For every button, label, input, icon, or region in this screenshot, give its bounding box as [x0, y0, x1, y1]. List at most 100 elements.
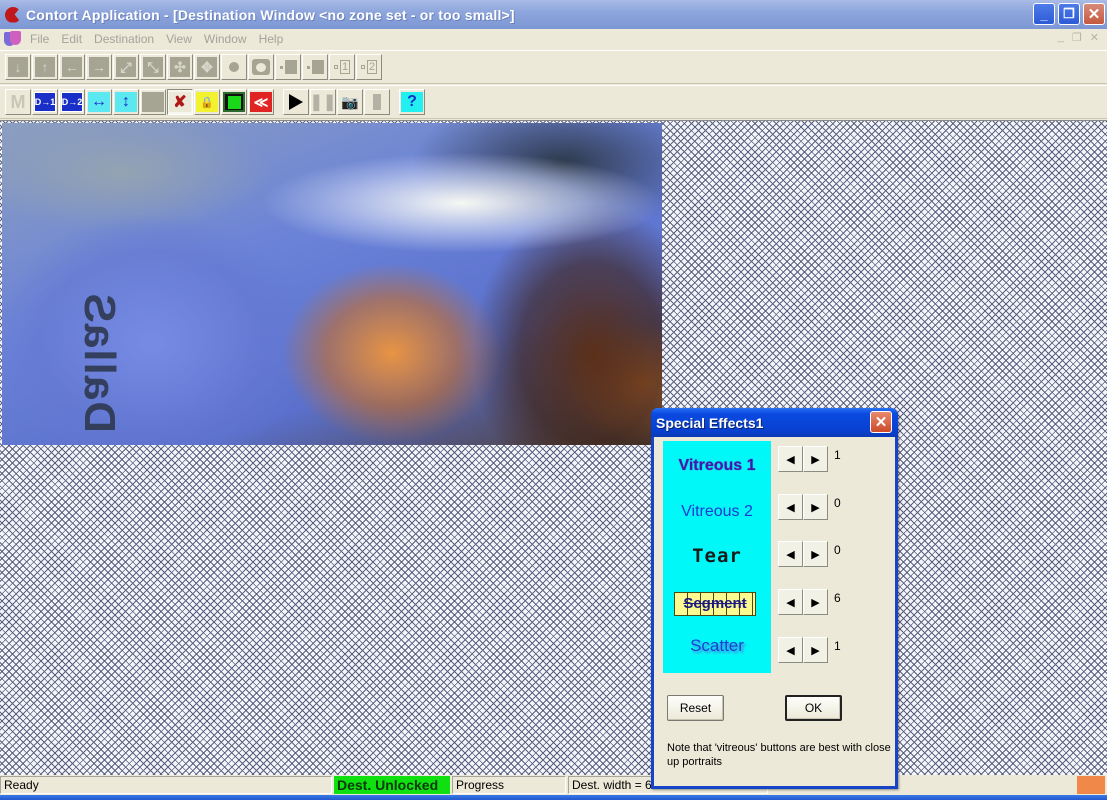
distorted-photo[interactable]: DallaS — [2, 123, 662, 445]
contract-icon: ⤡ — [143, 57, 163, 77]
contort-application: Contort Application - [Destination Windo… — [0, 0, 1107, 800]
shrink-icon: ✣ — [170, 57, 190, 77]
effect-vitreous-2-label[interactable]: Vitreous 2 — [663, 503, 771, 521]
destination-window[interactable]: DallaS — [0, 120, 1107, 775]
vitreous-2-spinner: ◀ ▶ — [778, 494, 828, 520]
increase-button[interactable]: ▶ — [803, 541, 828, 567]
contract-button[interactable]: ⤡ — [140, 54, 166, 80]
vitreous-2-value: 0 — [834, 496, 841, 510]
theater-masks-icon[interactable] — [4, 30, 22, 48]
segment-value: 6 — [834, 591, 841, 605]
action-toolbar: M D→1 D→2 ↔ ↕ ✘ 🔒 ≪ ❚❚ 📷 ? — [0, 85, 1107, 119]
progress-pane: Progress — [452, 776, 566, 794]
move-left-button[interactable]: ← — [59, 54, 85, 80]
dest-to-2-icon: D→2 — [61, 92, 83, 112]
close-button[interactable]: ✕ — [1083, 3, 1105, 25]
red-arrows-icon: ≪ — [250, 92, 272, 112]
effect-segment-label[interactable]: Segment — [674, 592, 756, 616]
snapshot-button[interactable]: 📷 — [337, 89, 363, 115]
grow-icon: ✥ — [197, 57, 217, 77]
dest-to-2-button[interactable]: D→2 — [59, 89, 85, 115]
increase-button[interactable]: ▶ — [803, 446, 828, 472]
reset-button[interactable]: Reset — [667, 695, 724, 721]
scatter-value: 1 — [834, 639, 841, 653]
point-square-icon — [306, 60, 324, 74]
stretch-horizontal-button[interactable]: ↔ — [86, 89, 112, 115]
decrease-button[interactable]: ◀ — [778, 541, 803, 567]
dialog-note: Note that 'vitreous' buttons are best wi… — [667, 742, 891, 768]
app-logo-icon — [4, 6, 22, 24]
oval-button[interactable] — [248, 54, 274, 80]
menu-window[interactable]: Window — [200, 32, 255, 46]
increase-button[interactable]: ▶ — [803, 589, 828, 615]
menu-help[interactable]: Help — [255, 32, 292, 46]
taskbar — [0, 795, 1107, 800]
special-effects-dialog: Special Effects1 ✕ Vitreous 1 Vitreous 2… — [651, 408, 898, 789]
green-frame-button[interactable] — [221, 89, 247, 115]
zone-1-icon: 1 — [333, 60, 351, 74]
shrink-button[interactable]: ✣ — [167, 54, 193, 80]
decrease-button[interactable]: ◀ — [778, 589, 803, 615]
move-right-button[interactable]: → — [86, 54, 112, 80]
decrease-button[interactable]: ◀ — [778, 637, 803, 663]
crossed-out-icon: ✘ — [169, 92, 191, 112]
arrow-left-icon: ← — [62, 57, 82, 77]
expand-button[interactable]: ⤢ — [113, 54, 139, 80]
increase-button[interactable]: ▶ — [803, 494, 828, 520]
menu-destination[interactable]: Destination — [90, 32, 162, 46]
grow-button[interactable]: ✥ — [194, 54, 220, 80]
envelope-button[interactable]: M — [5, 89, 31, 115]
stop-icon — [373, 94, 381, 110]
dialog-title-bar[interactable]: Special Effects1 ✕ — [651, 408, 898, 437]
oval-icon — [252, 59, 270, 75]
stop-button[interactable] — [364, 89, 390, 115]
envelope-icon: M — [10, 91, 26, 112]
lock-button[interactable]: 🔒 — [194, 89, 220, 115]
effect-scatter-label[interactable]: Scatter — [663, 636, 771, 656]
effects-panel: Vitreous 1 Vitreous 2 Tear Segment Scatt… — [663, 441, 771, 673]
small-circle-button[interactable] — [221, 54, 247, 80]
arrow-down-icon: ↓ — [8, 57, 28, 77]
stretch-vertical-button[interactable]: ↕ — [113, 89, 139, 115]
shirt-text: DallaS — [75, 292, 124, 433]
dest-to-1-button[interactable]: D→1 — [32, 89, 58, 115]
increase-button[interactable]: ▶ — [803, 637, 828, 663]
title-bar: Contort Application - [Destination Windo… — [0, 0, 1107, 29]
scatter-spinner: ◀ ▶ — [778, 637, 828, 663]
dialog-close-button[interactable]: ✕ — [870, 411, 892, 433]
pause-icon: ❚❚ — [309, 94, 337, 111]
menu-file[interactable]: File — [26, 32, 57, 46]
no-drag-button[interactable]: ✘ — [167, 89, 193, 115]
menu-edit[interactable]: Edit — [57, 32, 90, 46]
effect-tear-label[interactable]: Tear — [663, 545, 771, 567]
pause-button[interactable]: ❚❚ — [310, 89, 336, 115]
red-arrows-button[interactable]: ≪ — [248, 89, 274, 115]
help-button[interactable]: ? — [399, 89, 425, 115]
arrow-up-icon: ↑ — [35, 57, 55, 77]
decrease-button[interactable]: ◀ — [778, 494, 803, 520]
menu-view[interactable]: View — [162, 32, 200, 46]
mdi-minimize-button[interactable]: _ — [1058, 31, 1064, 44]
green-square-icon — [223, 92, 245, 112]
move-down-button[interactable]: ↓ — [5, 54, 31, 80]
point-square-button-1[interactable] — [275, 54, 301, 80]
dot-icon — [229, 62, 239, 72]
play-button[interactable] — [283, 89, 309, 115]
mdi-restore-button[interactable]: ❐ — [1072, 31, 1082, 44]
camera-icon: 📷 — [341, 93, 359, 110]
segment-spinner: ◀ ▶ — [778, 589, 828, 615]
move-up-button[interactable]: ↑ — [32, 54, 58, 80]
effect-vitreous-1-label[interactable]: Vitreous 1 — [663, 457, 771, 475]
menu-bar: File Edit Destination View Window Help _… — [0, 29, 1107, 49]
mdi-close-button[interactable]: ✕ — [1090, 31, 1099, 44]
padlock-icon: 🔒 — [196, 92, 218, 112]
minimize-button[interactable]: _ — [1033, 3, 1055, 25]
ok-button[interactable]: OK — [785, 695, 842, 721]
point-square-button-2[interactable] — [302, 54, 328, 80]
zone-2-button[interactable]: 2 — [356, 54, 382, 80]
restore-button[interactable]: ❐ — [1058, 3, 1080, 25]
status-indicator — [1077, 776, 1105, 794]
zone-1-button[interactable]: 1 — [329, 54, 355, 80]
decrease-button[interactable]: ◀ — [778, 446, 803, 472]
blank-button[interactable] — [140, 89, 166, 115]
